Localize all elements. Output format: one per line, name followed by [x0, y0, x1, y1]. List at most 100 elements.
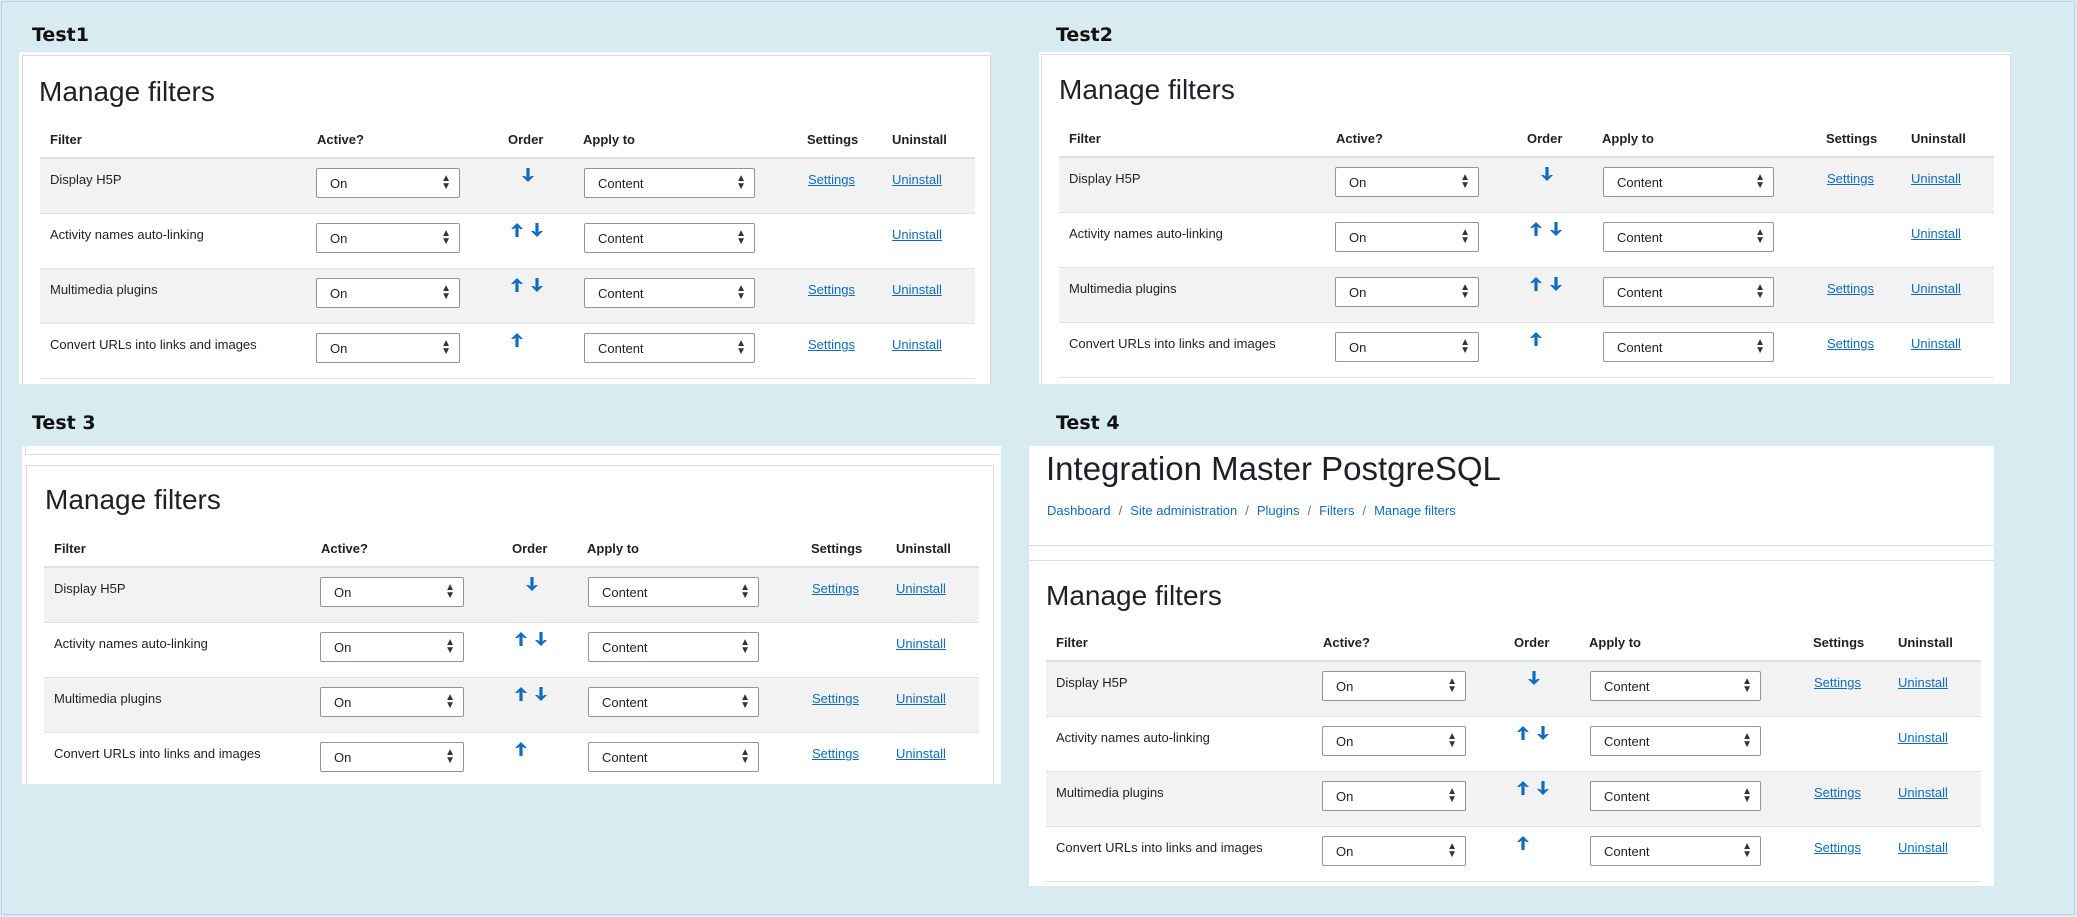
apply-to-select[interactable]: Content ▲ ▼	[584, 168, 755, 198]
uninstall-link[interactable]: Uninstall	[892, 337, 942, 352]
apply-to-select[interactable]: Content ▲ ▼	[1590, 671, 1761, 701]
apply-to-select-value: Content	[602, 695, 648, 710]
section-label-test2: Test2	[1056, 24, 1113, 46]
settings-link[interactable]: Settings	[1827, 281, 1874, 296]
apply-to-select[interactable]: Content ▲ ▼	[1603, 332, 1774, 362]
move-down-icon[interactable]	[1536, 725, 1550, 743]
uninstall-link[interactable]: Uninstall	[896, 691, 946, 706]
breadcrumb-separator: /	[1362, 503, 1367, 518]
column-header-active: Active?	[317, 132, 364, 147]
move-down-icon[interactable]	[534, 631, 548, 649]
active-select[interactable]: On ▲ ▼	[320, 632, 464, 662]
uninstall-link[interactable]: Uninstall	[1898, 840, 1948, 855]
move-up-icon[interactable]	[1516, 835, 1530, 853]
move-down-icon[interactable]	[530, 277, 544, 295]
apply-to-select[interactable]: Content ▲ ▼	[588, 742, 759, 772]
active-select[interactable]: On ▲ ▼	[316, 333, 460, 363]
move-up-icon[interactable]	[514, 631, 528, 649]
settings-link[interactable]: Settings	[808, 282, 855, 297]
uninstall-link[interactable]: Uninstall	[896, 581, 946, 596]
active-select[interactable]: On ▲ ▼	[316, 278, 460, 308]
move-up-icon[interactable]	[1529, 276, 1543, 294]
breadcrumb-plugins[interactable]: Plugins	[1257, 503, 1300, 518]
active-select[interactable]: On ▲ ▼	[1335, 167, 1479, 197]
move-down-icon[interactable]	[530, 222, 544, 240]
move-up-icon[interactable]	[510, 222, 524, 240]
breadcrumb-filters[interactable]: Filters	[1319, 503, 1354, 518]
filter-name: Multimedia plugins	[1069, 281, 1177, 296]
apply-to-select[interactable]: Content ▲ ▼	[584, 333, 755, 363]
active-select[interactable]: On ▲ ▼	[320, 577, 464, 607]
move-down-icon[interactable]	[1549, 221, 1563, 239]
uninstall-link[interactable]: Uninstall	[1898, 675, 1948, 690]
move-down-icon[interactable]	[1527, 670, 1541, 688]
settings-link[interactable]: Settings	[1827, 171, 1874, 186]
settings-link[interactable]: Settings	[1814, 785, 1861, 800]
move-down-icon[interactable]	[534, 686, 548, 704]
select-caret-icon: ▲ ▼	[1447, 676, 1457, 695]
breadcrumb-site-administration[interactable]: Site administration	[1130, 503, 1237, 518]
settings-link[interactable]: Settings	[812, 691, 859, 706]
move-down-icon[interactable]	[521, 167, 535, 185]
settings-link[interactable]: Settings	[808, 172, 855, 187]
active-select[interactable]: On ▲ ▼	[316, 168, 460, 198]
uninstall-link[interactable]: Uninstall	[892, 227, 942, 242]
settings-link[interactable]: Settings	[1814, 840, 1861, 855]
move-up-icon[interactable]	[1529, 221, 1543, 239]
settings-link[interactable]: Settings	[812, 746, 859, 761]
settings-link[interactable]: Settings	[1814, 675, 1861, 690]
move-up-icon[interactable]	[1529, 331, 1543, 349]
active-select[interactable]: On ▲ ▼	[1335, 277, 1479, 307]
uninstall-link[interactable]: Uninstall	[892, 282, 942, 297]
uninstall-link[interactable]: Uninstall	[1898, 730, 1948, 745]
apply-to-select[interactable]: Content ▲ ▼	[1603, 167, 1774, 197]
column-header-settings: Settings	[807, 132, 859, 147]
uninstall-link[interactable]: Uninstall	[1911, 336, 1961, 351]
section-label-test3: Test 3	[32, 412, 96, 434]
uninstall-link[interactable]: Uninstall	[896, 746, 946, 761]
apply-to-select[interactable]: Content ▲ ▼	[588, 632, 759, 662]
uninstall-link[interactable]: Uninstall	[892, 172, 942, 187]
uninstall-link[interactable]: Uninstall	[1911, 281, 1961, 296]
uninstall-link[interactable]: Uninstall	[1911, 226, 1961, 241]
apply-to-select[interactable]: Content ▲ ▼	[1603, 277, 1774, 307]
apply-to-select-value: Content	[1604, 789, 1650, 804]
uninstall-link[interactable]: Uninstall	[1898, 785, 1948, 800]
uninstall-link[interactable]: Uninstall	[1911, 171, 1961, 186]
active-select[interactable]: On ▲ ▼	[1322, 671, 1466, 701]
move-up-icon[interactable]	[1516, 780, 1530, 798]
active-select[interactable]: On ▲ ▼	[320, 687, 464, 717]
settings-link[interactable]: Settings	[1827, 336, 1874, 351]
active-select[interactable]: On ▲ ▼	[316, 223, 460, 253]
move-down-icon[interactable]	[1540, 166, 1554, 184]
active-select[interactable]: On ▲ ▼	[1335, 222, 1479, 252]
apply-to-select[interactable]: Content ▲ ▼	[1590, 781, 1761, 811]
move-up-icon[interactable]	[510, 277, 524, 295]
active-select[interactable]: On ▲ ▼	[1322, 836, 1466, 866]
apply-to-select[interactable]: Content ▲ ▼	[1590, 726, 1761, 756]
settings-link[interactable]: Settings	[808, 337, 855, 352]
apply-to-select[interactable]: Content ▲ ▼	[588, 687, 759, 717]
active-select[interactable]: On ▲ ▼	[1322, 781, 1466, 811]
move-up-icon[interactable]	[510, 332, 524, 350]
apply-to-select[interactable]: Content ▲ ▼	[584, 223, 755, 253]
apply-to-select[interactable]: Content ▲ ▼	[584, 278, 755, 308]
apply-to-select[interactable]: Content ▲ ▼	[1590, 836, 1761, 866]
active-select[interactable]: On ▲ ▼	[1335, 332, 1479, 362]
apply-to-select[interactable]: Content ▲ ▼	[588, 577, 759, 607]
table-row: Display H5P On ▲ ▼ Content ▲ ▼ Settings Un…	[1046, 662, 1981, 717]
settings-link[interactable]: Settings	[812, 581, 859, 596]
move-up-icon[interactable]	[1516, 725, 1530, 743]
move-down-icon[interactable]	[525, 576, 539, 594]
apply-to-select[interactable]: Content ▲ ▼	[1603, 222, 1774, 252]
active-select[interactable]: On ▲ ▼	[320, 742, 464, 772]
uninstall-link[interactable]: Uninstall	[896, 636, 946, 651]
column-header-settings: Settings	[1826, 131, 1878, 146]
move-up-icon[interactable]	[514, 741, 528, 759]
breadcrumb-dashboard[interactable]: Dashboard	[1047, 503, 1111, 518]
move-down-icon[interactable]	[1536, 780, 1550, 798]
move-down-icon[interactable]	[1549, 276, 1563, 294]
active-select[interactable]: On ▲ ▼	[1322, 726, 1466, 756]
move-up-icon[interactable]	[514, 686, 528, 704]
breadcrumb-manage-filters[interactable]: Manage filters	[1374, 503, 1456, 518]
